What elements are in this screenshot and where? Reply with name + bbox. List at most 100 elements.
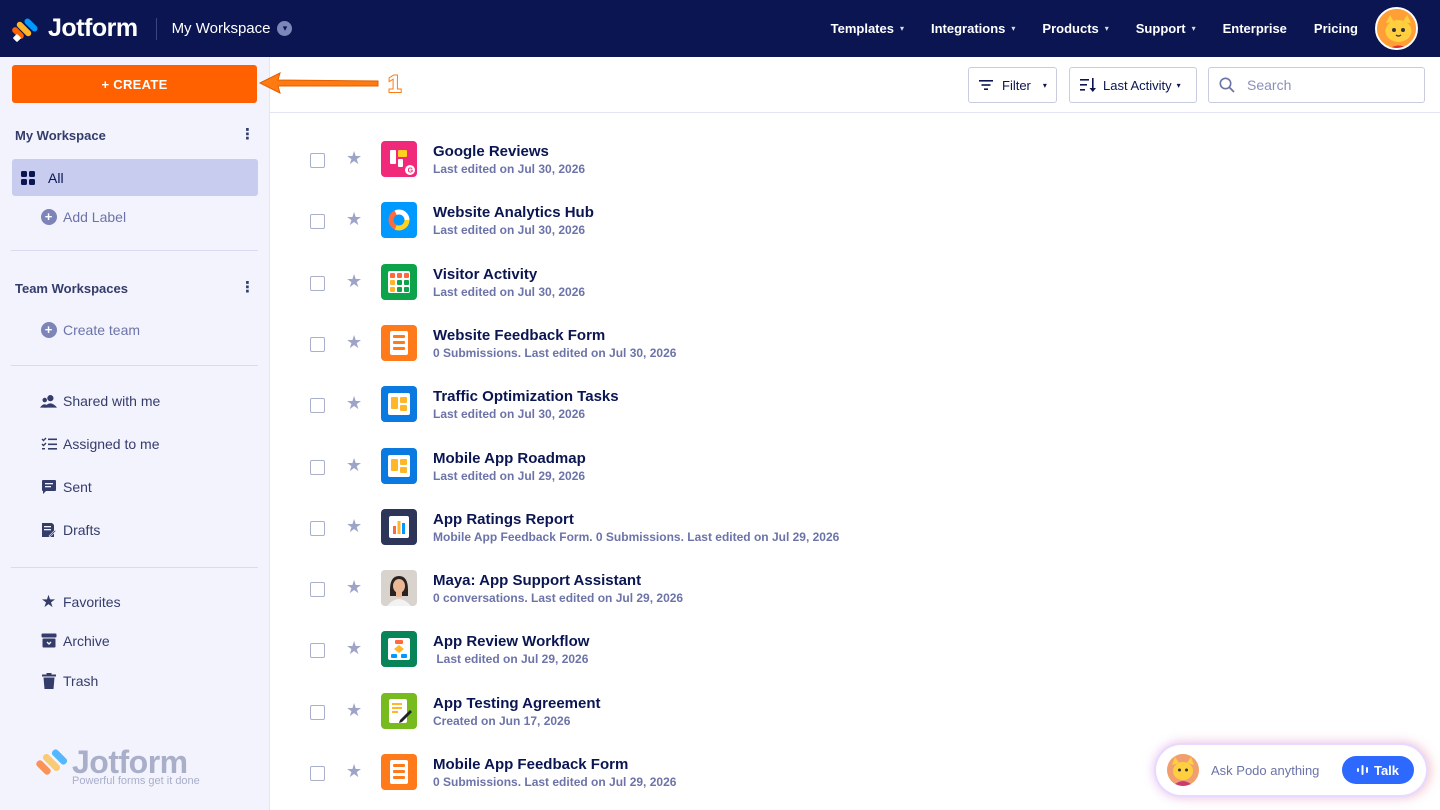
item-title[interactable]: Website Analytics Hub bbox=[433, 204, 594, 221]
item-title[interactable]: Maya: App Support Assistant bbox=[433, 572, 641, 589]
search-box[interactable] bbox=[1208, 67, 1425, 103]
team-workspaces-more-icon[interactable]: ⋮ bbox=[240, 278, 255, 296]
favorite-star-icon[interactable]: ★ bbox=[346, 393, 362, 414]
search-input[interactable] bbox=[1247, 77, 1417, 93]
sidebar-item-all[interactable]: All bbox=[12, 159, 258, 196]
select-checkbox[interactable] bbox=[310, 275, 325, 291]
divider bbox=[11, 250, 258, 251]
select-checkbox[interactable] bbox=[310, 153, 325, 168]
nav-item-templates[interactable]: Templates ▾ bbox=[831, 21, 904, 36]
user-avatar[interactable] bbox=[1375, 7, 1418, 50]
message-icon bbox=[40, 478, 57, 495]
nav-item-pricing[interactable]: Pricing bbox=[1314, 21, 1358, 36]
sidebar-item-archive[interactable]: Archive bbox=[40, 632, 110, 649]
sidebar-item-drafts[interactable]: Drafts bbox=[40, 521, 100, 538]
workflow-icon bbox=[381, 631, 417, 668]
nav-item-products[interactable]: Products ▾ bbox=[1042, 21, 1108, 36]
form-icon bbox=[381, 754, 417, 790]
item-title[interactable]: Mobile App Roadmap bbox=[433, 450, 586, 467]
footer-brand: Jotform Powerful forms get it done bbox=[35, 744, 200, 787]
favorite-star-icon[interactable]: ★ bbox=[346, 577, 362, 598]
create-button[interactable]: + CREATE bbox=[12, 65, 257, 103]
list-item[interactable]: ★ App Testing Agreement Created on Jun 17,… bbox=[270, 688, 1440, 749]
filter-button[interactable]: Filter ▾ bbox=[968, 67, 1057, 103]
chevron-down-icon: ▾ bbox=[1011, 24, 1016, 33]
select-checkbox[interactable] bbox=[310, 766, 325, 781]
item-title[interactable]: App Review Workflow bbox=[433, 633, 589, 650]
list-item[interactable]: ★ App Ratings Report Mobile App Feedback F… bbox=[270, 504, 1440, 565]
item-title[interactable]: Visitor Activity bbox=[433, 266, 537, 283]
item-title[interactable]: App Ratings Report bbox=[433, 511, 574, 528]
sidebar-item-label: Trash bbox=[63, 672, 99, 689]
filter-icon bbox=[979, 79, 993, 91]
sidebar-item-label: Favorites bbox=[63, 593, 121, 610]
my-workspace-title: My Workspace bbox=[15, 128, 106, 143]
item-title[interactable]: App Testing Agreement bbox=[433, 695, 601, 712]
sidebar-item-label: Shared with me bbox=[63, 392, 161, 409]
favorite-star-icon[interactable]: ★ bbox=[346, 516, 362, 537]
nav-item-integrations[interactable]: Integrations ▾ bbox=[931, 21, 1015, 36]
item-title[interactable]: Traffic Optimization Tasks bbox=[433, 388, 619, 405]
footer-tagline: Powerful forms get it done bbox=[72, 775, 200, 787]
select-checkbox[interactable] bbox=[310, 214, 325, 230]
jotform-logo-icon bbox=[10, 16, 39, 42]
list-item[interactable]: ★ App Review Workflow Last edited on Jul … bbox=[270, 626, 1440, 687]
sidebar-item-shared-with-me[interactable]: Shared with me bbox=[40, 392, 160, 409]
create-team-button[interactable]: + Create team bbox=[40, 321, 140, 338]
sidebar-item-trash[interactable]: Trash bbox=[40, 672, 98, 689]
sidebar-item-assigned-to-me[interactable]: Assigned to me bbox=[40, 435, 160, 452]
podo-prompt: Ask Podo anything bbox=[1211, 762, 1320, 778]
favorite-star-icon[interactable]: ★ bbox=[346, 455, 362, 476]
favorite-star-icon[interactable]: ★ bbox=[346, 761, 362, 782]
list-item[interactable]: ★ Traffic Optimization Tasks Last edited o… bbox=[270, 381, 1440, 442]
favorite-star-icon[interactable]: ★ bbox=[346, 638, 362, 659]
item-subtitle: Last edited on Jul 30, 2026 bbox=[433, 284, 586, 299]
favorite-star-icon[interactable]: ★ bbox=[346, 271, 362, 292]
list-item[interactable]: ★ G Google Reviews Last edited on Jul 30, 2… bbox=[270, 136, 1440, 197]
nav-item-support[interactable]: Support ▾ bbox=[1136, 21, 1196, 36]
my-workspace-more-icon[interactable]: ⋮ bbox=[240, 125, 255, 143]
list-item[interactable]: ★ Maya: App Support Assistant 0 conversati… bbox=[270, 565, 1440, 626]
select-checkbox[interactable] bbox=[310, 582, 325, 598]
talk-label: Talk bbox=[1373, 762, 1400, 778]
item-title[interactable]: Google Reviews bbox=[433, 143, 549, 160]
select-checkbox[interactable] bbox=[310, 398, 325, 414]
sort-label: Last Activity bbox=[1103, 77, 1172, 93]
list-item[interactable]: ★ Website Feedback Form 0 Submissions. Las… bbox=[270, 320, 1440, 381]
nav-item-label: Integrations bbox=[930, 21, 1006, 36]
create-team-text: Create team bbox=[63, 321, 141, 338]
nav-item-label: Support bbox=[1135, 21, 1186, 36]
select-checkbox[interactable] bbox=[310, 520, 325, 536]
sidebar-item-sent[interactable]: Sent bbox=[40, 478, 92, 495]
nav-item-enterprise[interactable]: Enterprise bbox=[1223, 21, 1287, 36]
favorite-star-icon[interactable]: ★ bbox=[346, 148, 362, 169]
voice-wave-icon bbox=[1356, 764, 1368, 776]
select-checkbox[interactable] bbox=[310, 459, 325, 475]
divider bbox=[11, 567, 258, 568]
favorite-star-icon[interactable]: ★ bbox=[346, 209, 362, 230]
jotform-logo[interactable]: Jotform bbox=[10, 14, 138, 43]
filter-label: Filter bbox=[1002, 77, 1031, 93]
favorite-star-icon[interactable]: ★ bbox=[346, 332, 362, 353]
item-title[interactable]: Mobile App Feedback Form bbox=[433, 756, 628, 773]
favorite-star-icon[interactable]: ★ bbox=[346, 700, 362, 721]
item-title[interactable]: Website Feedback Form bbox=[433, 327, 605, 344]
talk-button[interactable]: Talk bbox=[1342, 756, 1414, 784]
select-checkbox[interactable] bbox=[310, 704, 325, 720]
list-item[interactable]: ★ Website Analytics Hub Last edited on Jul… bbox=[270, 197, 1440, 258]
add-label-button[interactable]: + Add Label bbox=[40, 208, 126, 225]
workspace-switcher[interactable]: My Workspace ▾ bbox=[172, 20, 293, 37]
main-nav: Templates ▾ Integrations ▾ Products ▾ Support ▾… bbox=[804, 0, 1358, 57]
list-item[interactable]: ★ Visitor Activity Last edited on Jul 30, … bbox=[270, 259, 1440, 320]
item-subtitle: Created on Jun 17, 2026 bbox=[433, 713, 571, 728]
divider bbox=[11, 365, 258, 366]
chevron-down-icon: ▾ bbox=[1104, 24, 1109, 33]
list-item[interactable]: ★ Mobile App Roadmap Last edited on Jul 29… bbox=[270, 443, 1440, 504]
sort-button[interactable]: Last Activity ▾ bbox=[1069, 67, 1197, 103]
select-checkbox[interactable] bbox=[310, 643, 325, 659]
google-reviews-icon: G bbox=[381, 141, 417, 177]
select-checkbox[interactable] bbox=[310, 336, 325, 352]
sidebar-item-favorites[interactable]: ★ Favorites bbox=[40, 592, 121, 611]
nav-item-label: Templates bbox=[830, 21, 894, 36]
ask-podo-widget[interactable]: Ask Podo anything Talk bbox=[1156, 745, 1426, 795]
